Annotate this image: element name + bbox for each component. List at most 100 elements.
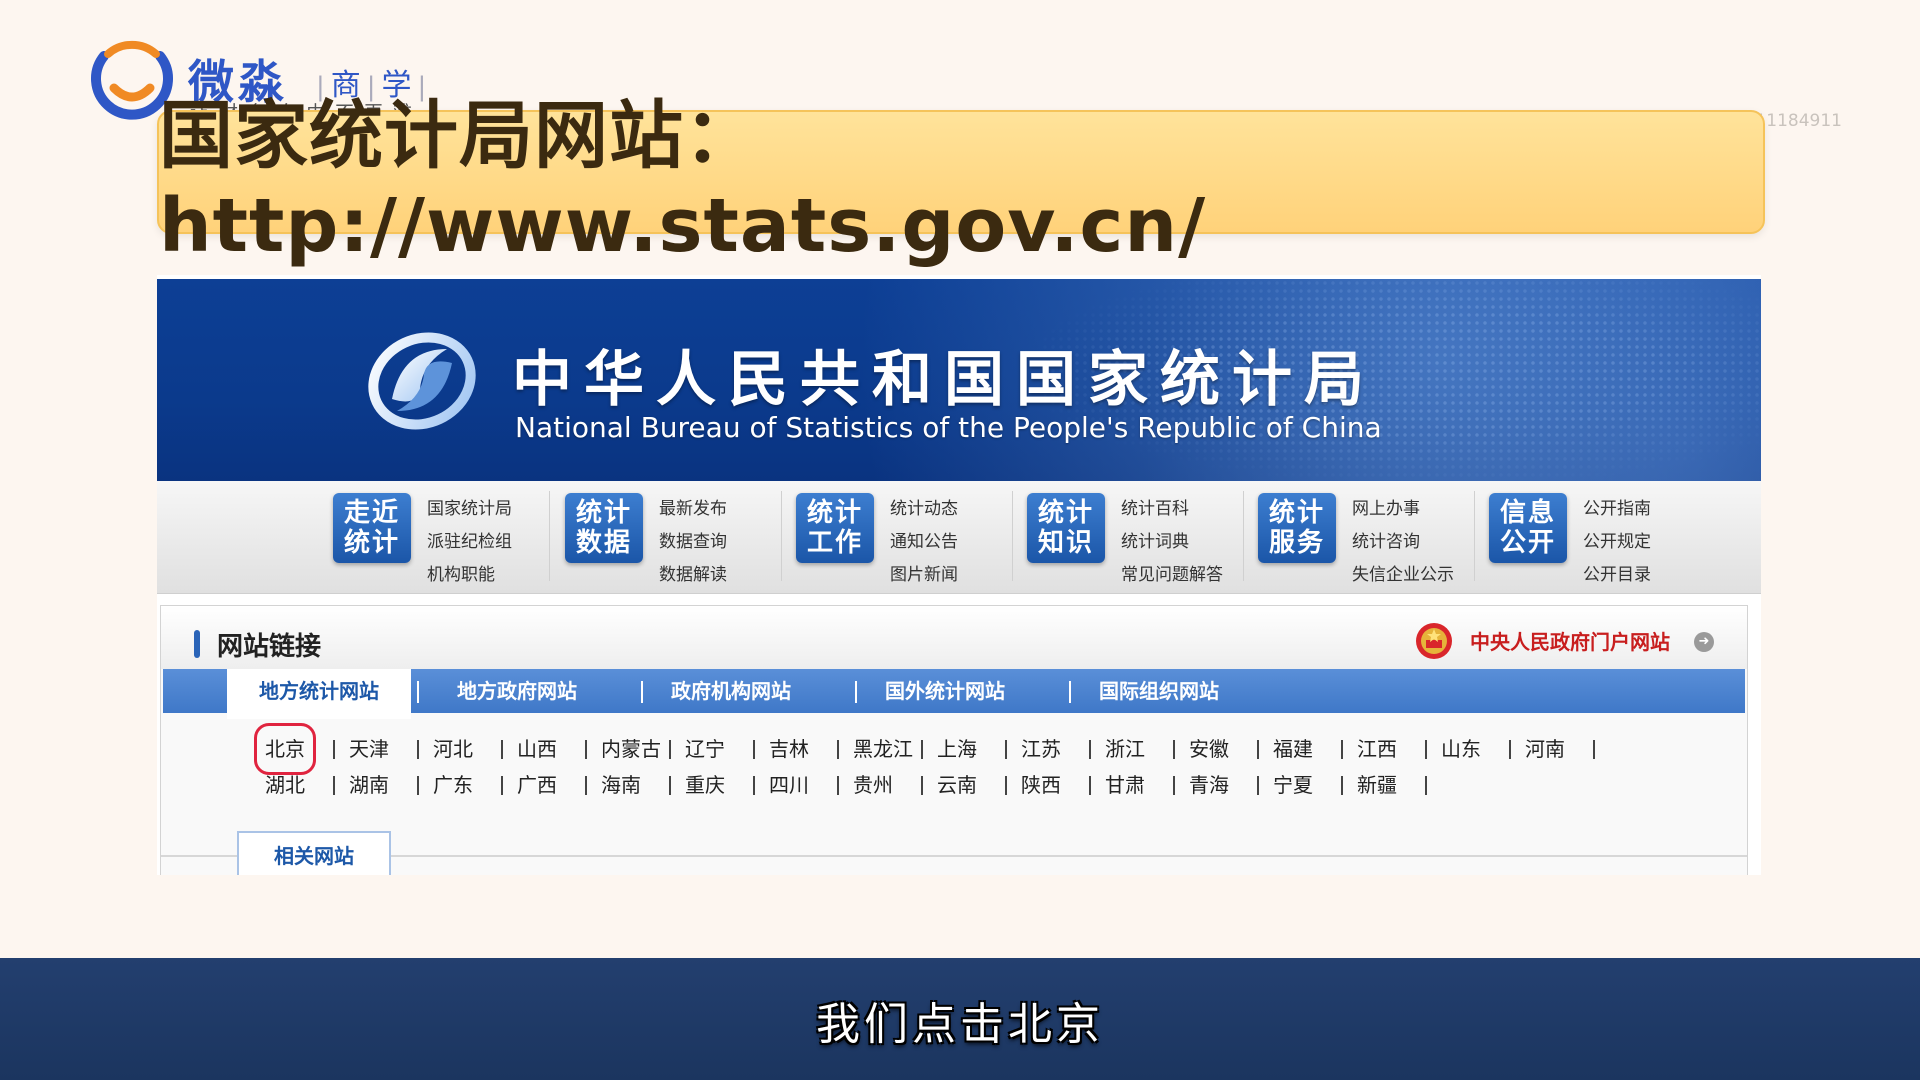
region-separator [753, 776, 755, 795]
region-link[interactable]: 辽宁 [685, 734, 725, 764]
region-link[interactable]: 新疆 [1357, 770, 1397, 800]
region-link[interactable]: 重庆 [685, 770, 725, 800]
region-separator [1593, 740, 1595, 759]
region-link[interactable]: 江苏 [1021, 734, 1061, 764]
region-link-item: 甘肃 [1105, 770, 1189, 800]
region-link[interactable]: 吉林 [769, 734, 809, 764]
nbs-emblem-icon [368, 332, 476, 430]
nav-link[interactable]: 图片新闻 [890, 559, 1040, 592]
nav-link[interactable]: 公开目录 [1583, 559, 1733, 592]
region-link-item: 山西 [517, 734, 601, 764]
region-link-item: 宁夏 [1273, 770, 1357, 800]
nav-link[interactable]: 失信企业公示 [1352, 559, 1502, 592]
nav-badge-knowledge[interactable]: 统计 知识 [1027, 493, 1105, 563]
region-separator [417, 740, 419, 759]
nav-link[interactable]: 最新发布 [659, 493, 809, 526]
nav-badge-about[interactable]: 走近 统计 [333, 493, 411, 563]
region-separator [333, 776, 335, 795]
nav-link[interactable]: 机构职能 [427, 559, 577, 592]
central-gov-portal-link[interactable]: 中央人民政府门户网站 [1470, 626, 1670, 655]
region-link[interactable]: 湖南 [349, 770, 389, 800]
region-link-item: 青海 [1189, 770, 1273, 800]
nav-link[interactable]: 网上办事 [1352, 493, 1502, 526]
region-link[interactable]: 海南 [601, 770, 641, 800]
region-link[interactable]: 福建 [1273, 734, 1313, 764]
region-link[interactable]: 广西 [517, 770, 557, 800]
tab-separator [855, 681, 857, 703]
region-link-item: 江西 [1357, 734, 1441, 764]
region-link[interactable]: 山东 [1441, 734, 1481, 764]
tab-intl-orgs[interactable]: 国际组织网站 [1099, 669, 1219, 713]
region-link[interactable]: 云南 [937, 770, 977, 800]
region-link[interactable]: 宁夏 [1273, 770, 1313, 800]
subtitle-bar: 我们点击北京 [0, 958, 1920, 1080]
nav-link[interactable]: 统计百科 [1121, 493, 1271, 526]
nav-link[interactable]: 通知公告 [890, 526, 1040, 559]
nav-badge-data[interactable]: 统计 数据 [565, 493, 643, 563]
region-row: 北京 天津 河北 山西 内蒙古 辽宁 吉林 黑龙江 上海 江苏 浙江 安徽 福建 江西 山东 河南 [254, 723, 1609, 775]
arrow-right-icon[interactable]: ➜ [1694, 632, 1714, 652]
region-link-item: 四川 [769, 770, 853, 800]
region-link[interactable]: 江西 [1357, 734, 1397, 764]
nav-link[interactable]: 数据查询 [659, 526, 809, 559]
region-link[interactable]: 上海 [937, 734, 977, 764]
region-separator [1341, 740, 1343, 759]
nav-badge-work[interactable]: 统计 工作 [796, 493, 874, 563]
nav-divider [549, 491, 550, 581]
region-separator [585, 740, 587, 759]
region-link-item: 河南 [1525, 734, 1609, 764]
region-link-item: 广东 [433, 770, 517, 800]
region-link[interactable]: 黑龙江 [853, 734, 913, 764]
region-link[interactable]: 天津 [349, 734, 389, 764]
tab-separator [641, 681, 643, 703]
region-link[interactable]: 广东 [433, 770, 473, 800]
region-link-item: 安徽 [1189, 734, 1273, 764]
region-separator [1173, 740, 1175, 759]
region-separator [753, 740, 755, 759]
tab-gov-agencies[interactable]: 政府机构网站 [671, 669, 791, 713]
region-link[interactable]: 河南 [1525, 734, 1565, 764]
tab-local-stats[interactable]: 地方统计网站 [227, 669, 411, 719]
region-separator [921, 776, 923, 795]
region-separator [501, 776, 503, 795]
region-link-item: 山东 [1441, 734, 1525, 764]
region-link-item: 广西 [517, 770, 601, 800]
region-link[interactable]: 山西 [517, 734, 557, 764]
nav-link[interactable]: 常见问题解答 [1121, 559, 1271, 592]
region-link[interactable]: 陕西 [1021, 770, 1061, 800]
region-link[interactable]: 内蒙古 [601, 734, 661, 764]
region-separator [669, 776, 671, 795]
region-link[interactable]: 湖北 [265, 770, 305, 800]
nav-link[interactable]: 公开指南 [1583, 493, 1733, 526]
region-link-item: 内蒙古 [601, 734, 685, 764]
region-link-item: 吉林 [769, 734, 853, 764]
tab-related-sites[interactable]: 相关网站 [237, 831, 391, 875]
region-link[interactable]: 青海 [1189, 770, 1229, 800]
tab-foreign-stats[interactable]: 国外统计网站 [885, 669, 1005, 713]
region-link[interactable]: 甘肃 [1105, 770, 1145, 800]
region-link[interactable]: 安徽 [1189, 734, 1229, 764]
region-link[interactable]: 浙江 [1105, 734, 1145, 764]
region-link[interactable]: 河北 [433, 734, 473, 764]
region-link-item: 贵州 [853, 770, 937, 800]
nav-link[interactable]: 国家统计局 [427, 493, 577, 526]
nav-link[interactable]: 统计动态 [890, 493, 1040, 526]
region-link-highlighted[interactable]: 北京 [254, 723, 316, 775]
region-separator [669, 740, 671, 759]
tab-local-gov[interactable]: 地方政府网站 [457, 669, 577, 713]
nav-link[interactable]: 公开规定 [1583, 526, 1733, 559]
region-link-item: 福建 [1273, 734, 1357, 764]
region-separator [921, 740, 923, 759]
region-link[interactable]: 四川 [769, 770, 809, 800]
nav-badge-disclosure[interactable]: 信息 公开 [1489, 493, 1567, 563]
nav-link[interactable]: 派驻纪检组 [427, 526, 577, 559]
region-link[interactable]: 贵州 [853, 770, 893, 800]
region-separator [1089, 740, 1091, 759]
region-separator [1173, 776, 1175, 795]
region-link-item: 辽宁 [685, 734, 769, 764]
nav-link[interactable]: 统计词典 [1121, 526, 1271, 559]
nav-link[interactable]: 统计咨询 [1352, 526, 1502, 559]
region-link-item: 河北 [433, 734, 517, 764]
nav-link[interactable]: 数据解读 [659, 559, 809, 592]
nav-badge-service[interactable]: 统计 服务 [1258, 493, 1336, 563]
